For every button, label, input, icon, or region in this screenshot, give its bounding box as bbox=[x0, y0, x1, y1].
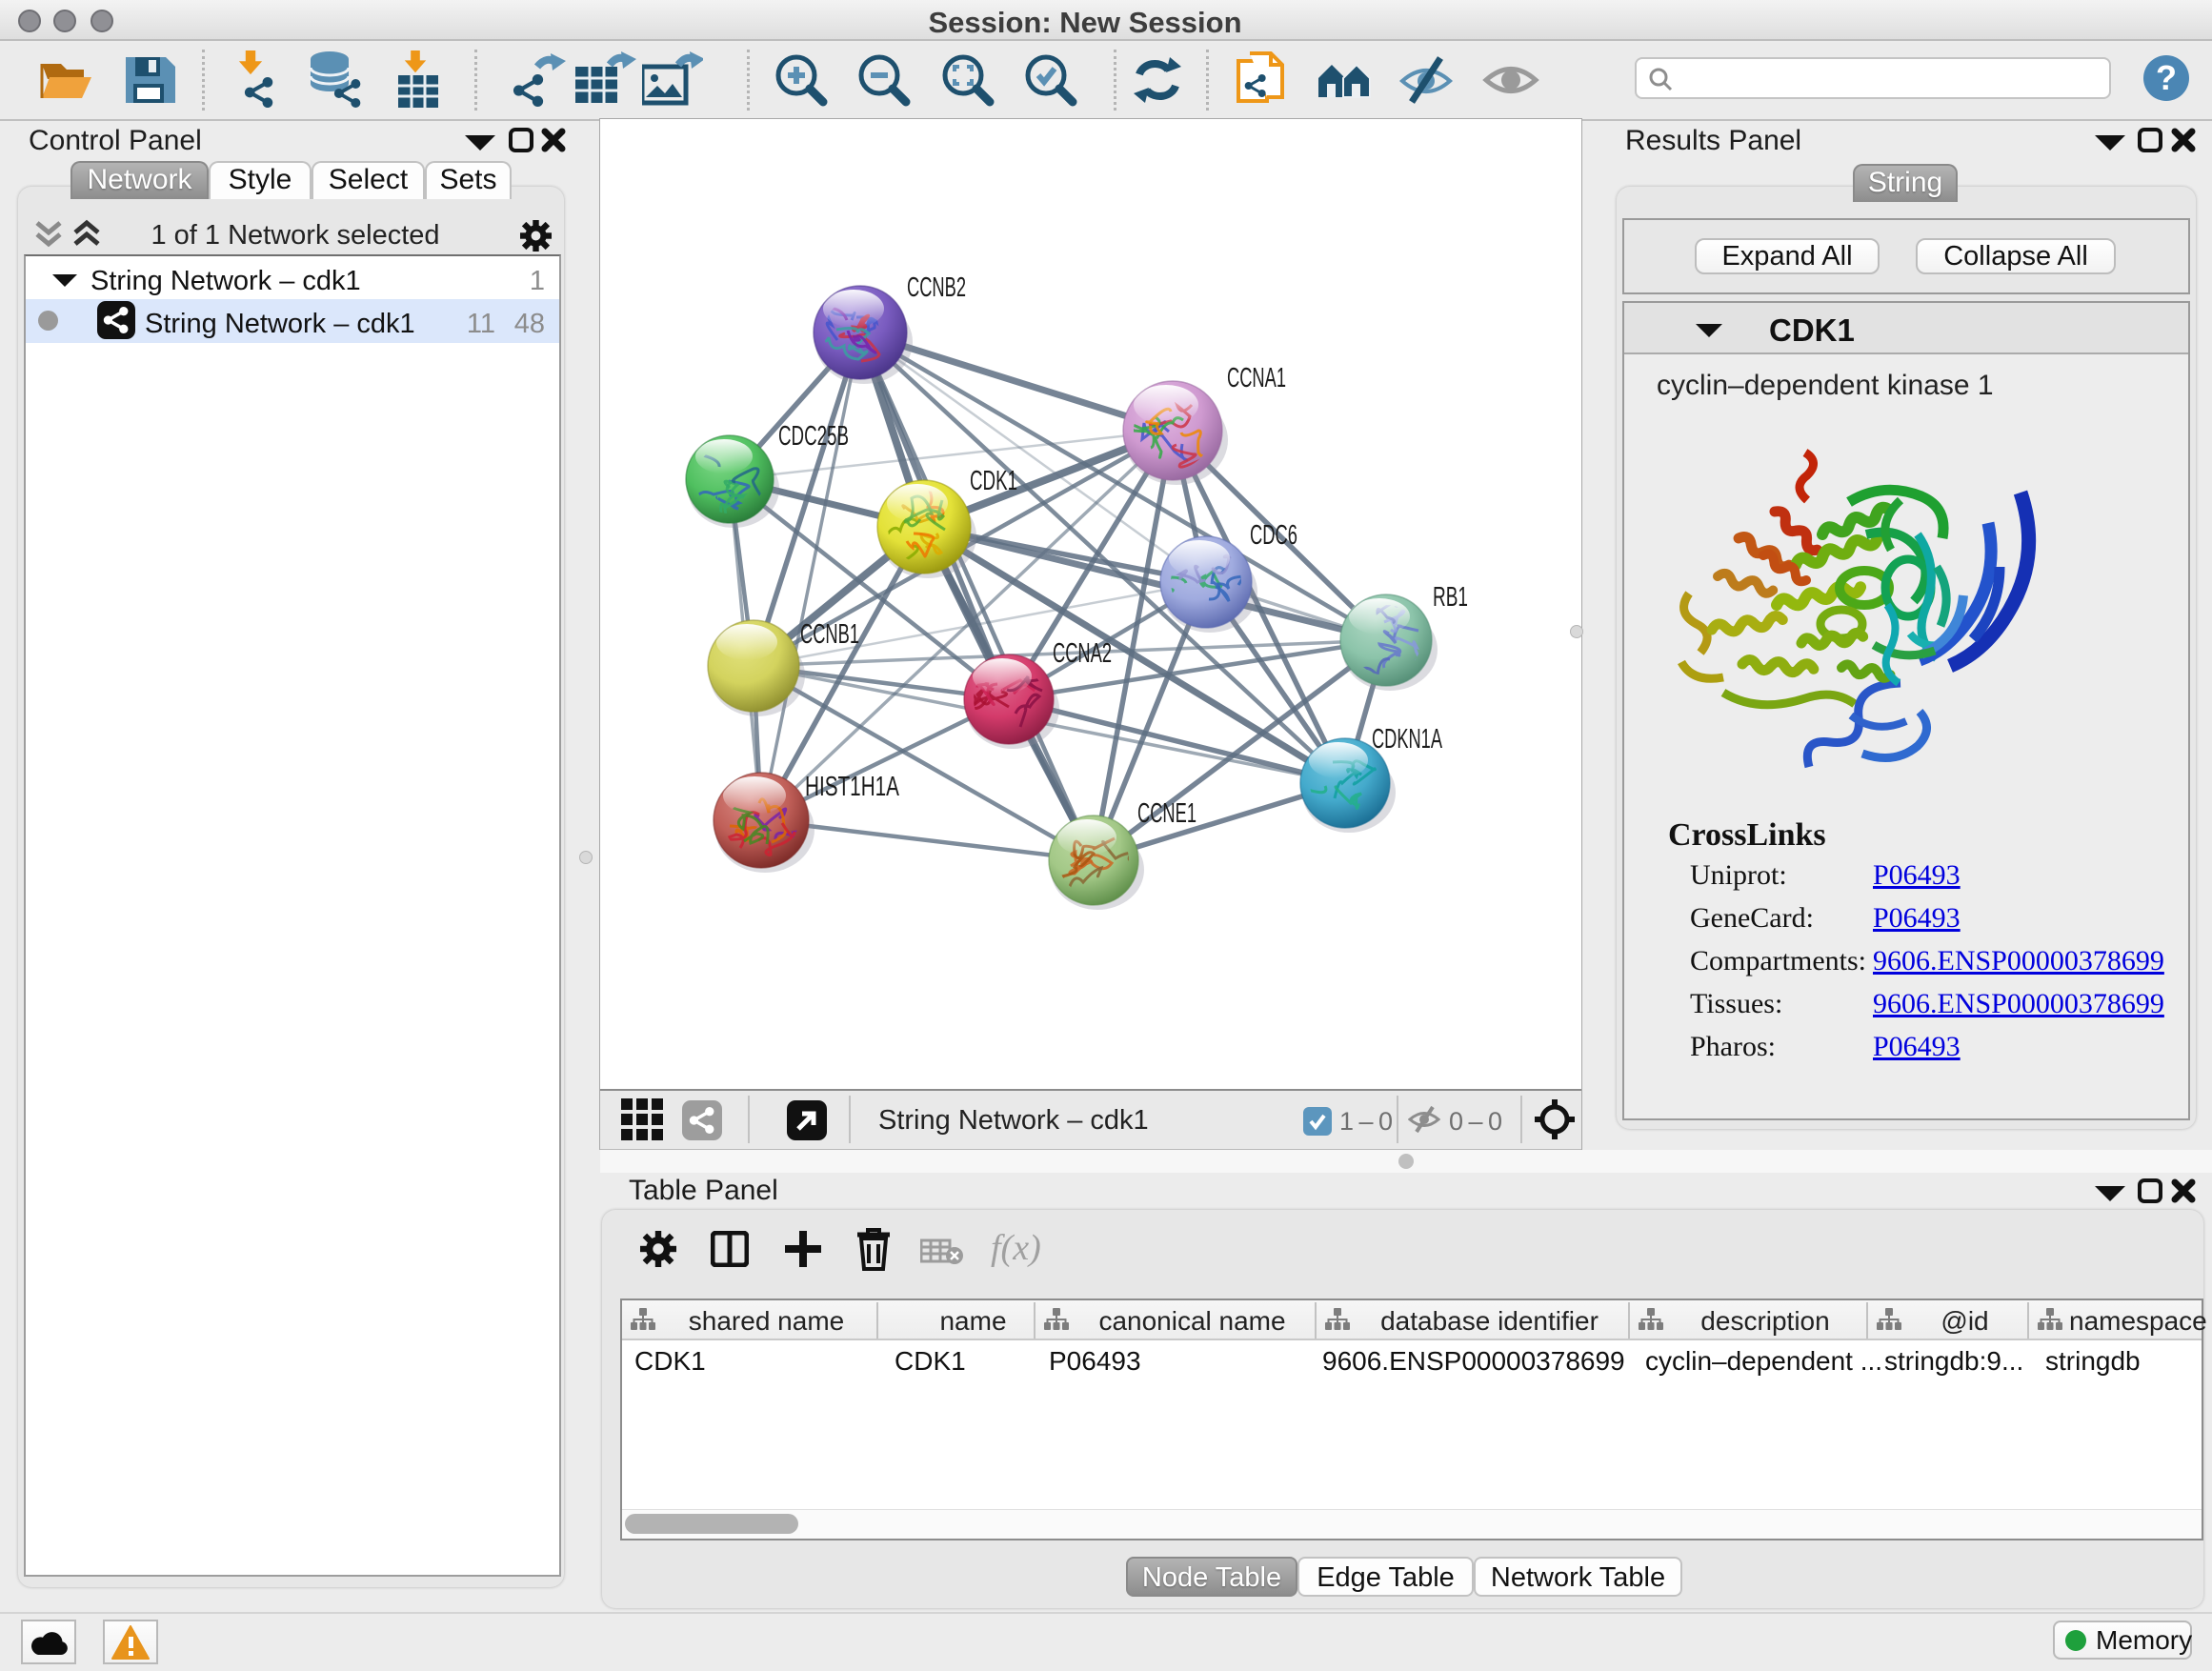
svg-text:CCNA2: CCNA2 bbox=[1053, 638, 1112, 669]
svg-text:CDC25B: CDC25B bbox=[778, 421, 849, 452]
svg-text:RB1: RB1 bbox=[1433, 582, 1468, 613]
svg-text:CCNA1: CCNA1 bbox=[1227, 363, 1286, 393]
svg-text:CCNB1: CCNB1 bbox=[800, 619, 859, 650]
svg-text:CCNB2: CCNB2 bbox=[907, 272, 966, 303]
svg-text:HIST1H1A: HIST1H1A bbox=[805, 772, 899, 802]
svg-text:CCNE1: CCNE1 bbox=[1137, 798, 1196, 829]
svg-text:CDKN1A: CDKN1A bbox=[1372, 724, 1442, 755]
svg-text:CDC6: CDC6 bbox=[1250, 520, 1297, 551]
svg-text:CDK1: CDK1 bbox=[970, 466, 1017, 496]
